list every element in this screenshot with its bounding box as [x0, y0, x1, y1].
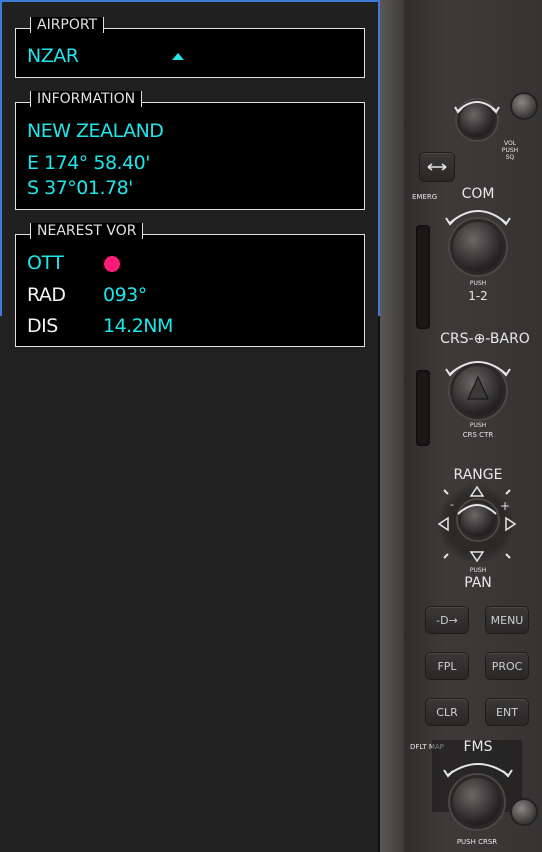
proc-button[interactable]: PROC	[486, 653, 528, 679]
vor-symbol-icon	[104, 256, 120, 272]
com-push-label: PUSH	[469, 280, 487, 287]
fpl-button[interactable]: FPL	[426, 653, 468, 679]
country-name: NEW ZEALAND	[27, 120, 164, 142]
cursor-up-icon	[172, 53, 184, 60]
svg-text:-: -	[450, 498, 454, 511]
direct-to-button[interactable]: -D→	[426, 607, 468, 633]
airport-identifier[interactable]: NZAR	[27, 45, 79, 67]
svg-text:+: +	[500, 499, 510, 513]
dis-value: 14.2NM	[103, 315, 173, 337]
dis-label: DIS	[27, 315, 58, 337]
range-push-label: PUSH	[469, 567, 487, 574]
com-knob[interactable]	[453, 222, 503, 272]
vor-ident[interactable]: OTT	[27, 252, 64, 274]
menu-button[interactable]: MENU	[486, 607, 528, 633]
bezel: VOL PUSH SQ EMERG COM PUSH 1-2 CRS-⊕-BAR…	[380, 0, 542, 852]
com-label: COM	[461, 186, 495, 202]
longitude-value: E 174° 58.40'	[27, 152, 150, 174]
fms-arrows-icon	[443, 763, 513, 778]
mfd-screen: AIRPORT NZAR INFORMATION NEW ZEALAND E 1…	[0, 0, 380, 852]
fms-push-label: PUSH CRSR	[456, 838, 498, 846]
vol-label: VOL PUSH SQ	[501, 140, 519, 161]
range-label: RANGE	[453, 467, 503, 483]
com-slot	[416, 225, 430, 329]
latitude-value: S 37°01.78'	[27, 177, 133, 199]
screen-empty-area	[0, 316, 380, 852]
crs-slot	[416, 370, 430, 446]
nearest-vor-panel-title: NEAREST VOR	[30, 223, 144, 239]
crs-triangle-icon	[467, 375, 489, 400]
information-panel: INFORMATION NEW ZEALAND E 174° 58.40' S …	[15, 91, 365, 210]
clr-button[interactable]: CLR	[426, 699, 468, 725]
emerg-button[interactable]	[420, 153, 454, 181]
volume-arrows-icon	[454, 101, 500, 114]
lower-right-knob[interactable]	[512, 800, 536, 824]
crs-arrows-icon	[445, 361, 511, 377]
emerg-label: EMERG	[412, 193, 438, 201]
swap-arrows-icon	[427, 163, 447, 171]
ent-button[interactable]: ENT	[486, 699, 528, 725]
crs-push-label: PUSH	[469, 422, 487, 429]
fms-label: FMS	[463, 739, 493, 755]
information-panel-title: INFORMATION	[30, 91, 143, 107]
bezel-edge	[380, 0, 404, 852]
nearest-vor-panel: NEAREST VOR OTT RAD 093° DIS 14.2NM	[15, 223, 365, 347]
com-arrows-icon	[445, 210, 511, 226]
fms-knob[interactable]	[453, 778, 501, 826]
crs-sub-label: CRS CTR	[462, 431, 494, 439]
crs-baro-label: CRS-⊕-BARO	[440, 331, 530, 347]
rad-label: RAD	[27, 284, 66, 306]
com-sub-label: 1-2	[468, 289, 488, 303]
airport-panel-title: AIRPORT	[30, 17, 105, 33]
rad-value: 093°	[103, 284, 147, 306]
range-sub-label: PAN	[464, 575, 492, 591]
airport-panel: AIRPORT NZAR	[15, 17, 365, 78]
squelch-knob[interactable]	[512, 94, 536, 118]
range-dpad-icon: - +	[437, 485, 517, 563]
